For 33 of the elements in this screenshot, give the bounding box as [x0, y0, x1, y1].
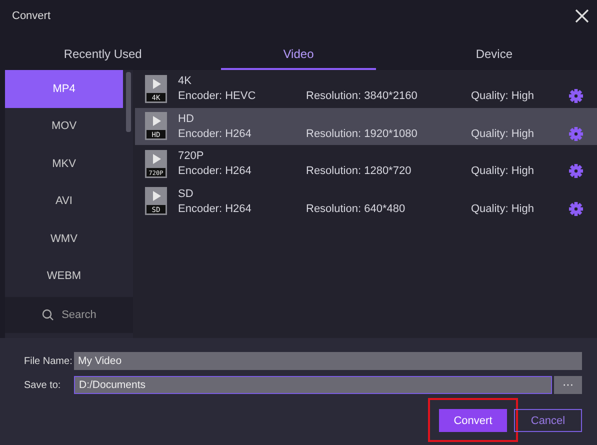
browse-button[interactable]: ··· [554, 376, 582, 394]
resolution-label: Resolution: 640*480 [306, 202, 406, 214]
format-item[interactable]: WMV [5, 220, 123, 258]
quality-label: Quality: High [471, 90, 535, 102]
cancel-button[interactable]: Cancel [514, 409, 582, 432]
field-label: Save to: [24, 380, 62, 390]
encoder-label: Encoder: H264 [178, 128, 252, 140]
encoder-label: Encoder: H264 [178, 202, 252, 214]
format-item[interactable]: MOV [5, 108, 123, 145]
tab[interactable]: Device [416, 40, 572, 70]
quality-label: Quality: High [471, 202, 535, 214]
preset-name: 4K [178, 75, 192, 87]
tab[interactable]: Recently Used [25, 40, 181, 70]
convert-button[interactable]: Convert [439, 409, 507, 432]
resolution-label: Resolution: 1920*1080 [306, 128, 418, 140]
format-item[interactable]: MKV [5, 145, 123, 182]
preset-name: 720P [178, 150, 205, 162]
window-title: Convert [12, 10, 51, 22]
quality-label: Quality: High [471, 165, 535, 177]
format-item[interactable]: WEBM [5, 258, 123, 295]
resolution-label: Resolution: 3840*2160 [306, 90, 418, 102]
encoder-label: Encoder: HEVC [178, 90, 257, 102]
format-item[interactable]: AVI [5, 182, 123, 220]
field-label: File Name: [24, 356, 74, 366]
file-name-field[interactable]: My Video [74, 352, 582, 370]
preset-name: SD [178, 188, 194, 200]
format-item[interactable]: MP4 [5, 70, 123, 108]
encoder-label: Encoder: H264 [178, 165, 252, 177]
save-path-field[interactable]: D:/Documents [74, 376, 552, 394]
preset-name: HD [178, 112, 195, 124]
quality-label: Quality: High [471, 128, 535, 140]
search-field[interactable]: Search [5, 297, 133, 333]
resolution-label: Resolution: 1280*720 [306, 165, 412, 177]
